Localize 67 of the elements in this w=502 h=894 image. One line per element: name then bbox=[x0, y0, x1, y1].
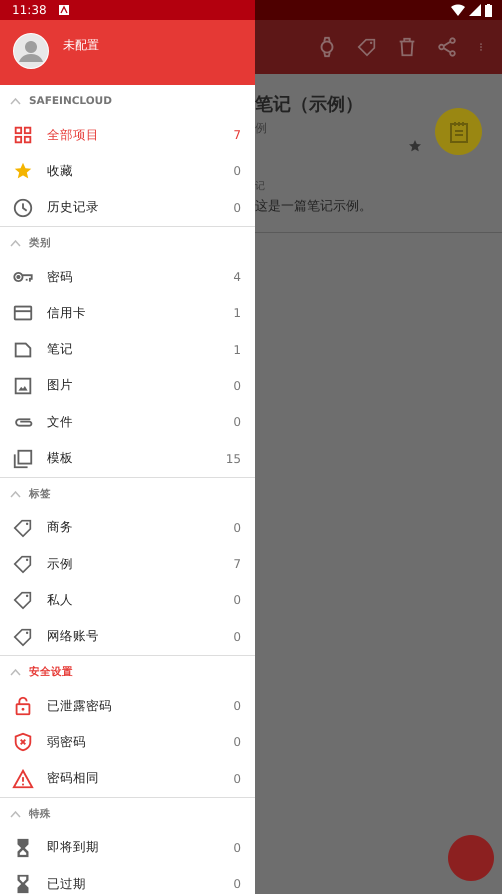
tag-icon bbox=[12, 589, 34, 612]
drawer-item[interactable]: 历史记录 0 bbox=[0, 190, 255, 226]
chevron-up-icon[interactable] bbox=[10, 810, 21, 818]
drawer-item[interactable]: 信用卡 1 bbox=[0, 295, 255, 332]
share-icon[interactable] bbox=[436, 36, 458, 58]
shield-icon bbox=[12, 731, 34, 754]
section-title[interactable]: 特殊 bbox=[29, 806, 51, 821]
item-count: 0 bbox=[233, 378, 241, 393]
item-count: 0 bbox=[233, 415, 241, 430]
item-count: 0 bbox=[233, 772, 241, 786]
item-count: 0 bbox=[233, 520, 241, 535]
section-title[interactable]: 标签 bbox=[29, 486, 51, 501]
item-count: 7 bbox=[233, 128, 241, 142]
item-count: 0 bbox=[233, 877, 241, 892]
account-name[interactable]: 未配置 bbox=[63, 37, 99, 54]
floating-action-button[interactable] bbox=[448, 835, 494, 881]
drawer-item[interactable]: 示例 7 bbox=[0, 546, 255, 582]
item-count: 0 bbox=[233, 593, 241, 608]
section-title[interactable]: SAFEINCLOUD bbox=[29, 95, 112, 107]
drawer-item[interactable]: 网络账号 0 bbox=[0, 618, 255, 655]
drawer-item[interactable]: 密码 4 bbox=[0, 258, 255, 296]
chevron-up-icon[interactable] bbox=[10, 668, 21, 676]
item-count: 0 bbox=[233, 200, 241, 215]
section-title[interactable]: 安全设置 bbox=[29, 664, 73, 679]
avatar-icon[interactable] bbox=[13, 33, 49, 69]
star-icon[interactable] bbox=[407, 138, 423, 154]
drawer-item[interactable]: 已泄露密码 0 bbox=[0, 688, 255, 724]
grid-icon bbox=[12, 124, 34, 146]
drawer-item[interactable]: 商务 0 bbox=[0, 510, 255, 546]
notepad-icon bbox=[448, 120, 470, 144]
clock-icon bbox=[12, 196, 34, 219]
chevron-up-icon[interactable] bbox=[10, 238, 21, 247]
item-count: 0 bbox=[233, 699, 241, 713]
item-count: 7 bbox=[233, 557, 241, 572]
item-count: 4 bbox=[233, 270, 241, 284]
item-count: 1 bbox=[233, 306, 241, 320]
tag-icon[interactable] bbox=[356, 36, 378, 58]
status-time: 11:38 bbox=[12, 3, 47, 17]
item-count: 1 bbox=[233, 342, 241, 357]
warning-icon bbox=[12, 768, 34, 790]
chevron-up-icon[interactable] bbox=[10, 490, 21, 498]
battery-icon bbox=[485, 4, 492, 16]
note-fab[interactable] bbox=[435, 108, 482, 155]
drawer-item[interactable]: 已过期 0 bbox=[0, 866, 255, 894]
section-title[interactable]: 类别 bbox=[29, 236, 51, 250]
item-count: 0 bbox=[233, 630, 241, 644]
wifi-icon bbox=[451, 4, 465, 16]
drawer-item[interactable]: 密码相同 0 bbox=[0, 760, 255, 797]
field-value: 这是一篇笔记示例。 bbox=[255, 198, 372, 215]
notification-icon bbox=[58, 5, 69, 15]
signal-icon bbox=[469, 4, 481, 16]
item-count: 0 bbox=[233, 735, 241, 750]
drawer-item[interactable]: 笔记 1 bbox=[0, 331, 255, 368]
drawer-item[interactable]: 弱密码 0 bbox=[0, 724, 255, 760]
item-count: 0 bbox=[233, 164, 241, 178]
drawer-item[interactable]: 图片 0 bbox=[0, 368, 255, 404]
drawer-item[interactable]: 私人 0 bbox=[0, 582, 255, 619]
tag-icon bbox=[12, 553, 34, 576]
chevron-up-icon[interactable] bbox=[10, 97, 21, 105]
drawer-item[interactable]: 文件 0 bbox=[0, 404, 255, 440]
stacked-pages-icon bbox=[12, 448, 34, 470]
drawer-item[interactable]: 即将到期 0 bbox=[0, 830, 255, 866]
item-count: 0 bbox=[233, 840, 241, 855]
item-count: 15 bbox=[226, 452, 241, 466]
drawer-item[interactable]: 收藏 0 bbox=[0, 153, 255, 190]
drawer-item[interactable]: 模板 15 bbox=[0, 440, 255, 477]
note-title: 笔记（示例） bbox=[255, 93, 364, 116]
